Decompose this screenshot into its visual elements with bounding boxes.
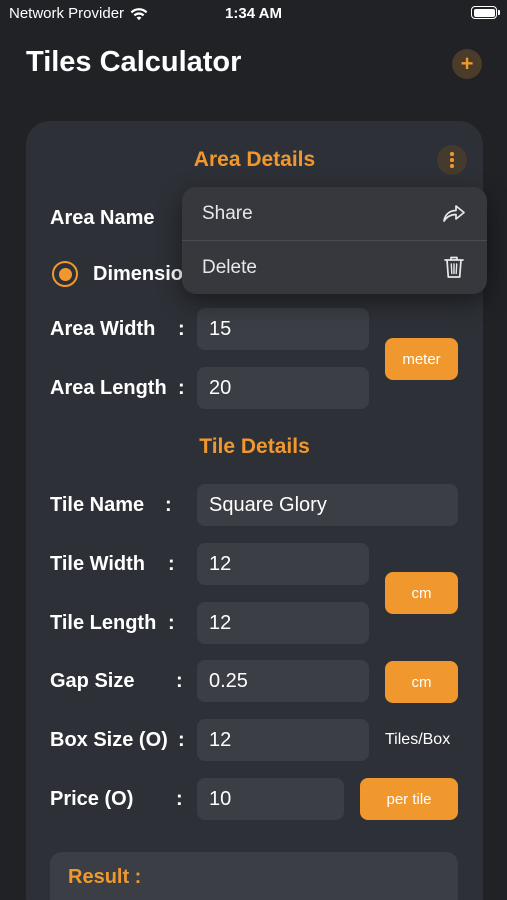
gap-size-input[interactable]: 0.25 [197, 660, 369, 702]
colon: : [165, 494, 172, 516]
dimension-label: Dimensio [93, 263, 184, 285]
box-size-label: Box Size (O) [50, 729, 168, 751]
add-button[interactable]: + [452, 49, 482, 79]
battery-icon [471, 6, 500, 19]
more-options-button[interactable] [437, 145, 467, 175]
tile-width-label: Tile Width [50, 553, 145, 575]
more-vertical-icon [450, 152, 454, 156]
box-size-input[interactable]: 12 [197, 719, 369, 761]
colon: : [168, 612, 175, 634]
context-menu: Share Delete [182, 187, 487, 294]
tile-width-input[interactable]: 12 [197, 543, 369, 585]
area-unit-button[interactable]: meter [385, 338, 458, 380]
more-dot [450, 164, 454, 168]
tile-length-input[interactable]: 12 [197, 602, 369, 644]
delete-label: Delete [202, 256, 257, 278]
tile-length-label: Tile Length [50, 612, 157, 634]
area-name-label: Area Name [50, 207, 155, 229]
gap-size-label: Gap Size [50, 670, 135, 692]
colon: : [178, 318, 185, 340]
tile-name-input[interactable]: Square Glory [197, 484, 458, 526]
area-details-title: Area Details [193, 148, 316, 171]
plus-icon: + [460, 51, 474, 76]
status-time: 1:34 AM [225, 5, 282, 22]
share-label: Share [202, 202, 253, 224]
share-icon [443, 205, 465, 222]
status-bar: Network Provider 1:34 AM [0, 0, 507, 28]
tile-details-title: Tile Details [199, 435, 310, 458]
gap-unit-button[interactable]: cm [385, 661, 458, 703]
screen: Network Provider 1:34 AM Tiles Calculato… [0, 0, 507, 900]
result-label: Result : [68, 866, 142, 888]
page-title: Tiles Calculator [26, 46, 242, 78]
colon: : [178, 377, 185, 399]
menu-item-share[interactable]: Share [182, 187, 487, 240]
tile-name-label: Tile Name [50, 494, 145, 516]
area-width-input[interactable]: 15 [197, 308, 369, 350]
price-unit-button[interactable]: per tile [360, 778, 458, 820]
trash-icon [444, 256, 464, 278]
dimension-radio[interactable] [52, 261, 78, 287]
menu-item-delete[interactable]: Delete [182, 241, 487, 294]
area-length-label: Area Length [50, 377, 167, 399]
more-dot [450, 158, 454, 162]
colon: : [176, 788, 183, 810]
colon: : [168, 553, 175, 575]
price-label: Price (O) [50, 788, 134, 810]
area-length-input[interactable]: 20 [197, 367, 369, 409]
area-width-label: Area Width [50, 318, 156, 340]
colon: : [176, 670, 183, 692]
price-input[interactable]: 10 [197, 778, 344, 820]
colon: : [178, 729, 185, 751]
box-unit-label: Tiles/Box [385, 731, 451, 748]
tile-unit-button[interactable]: cm [385, 572, 458, 614]
